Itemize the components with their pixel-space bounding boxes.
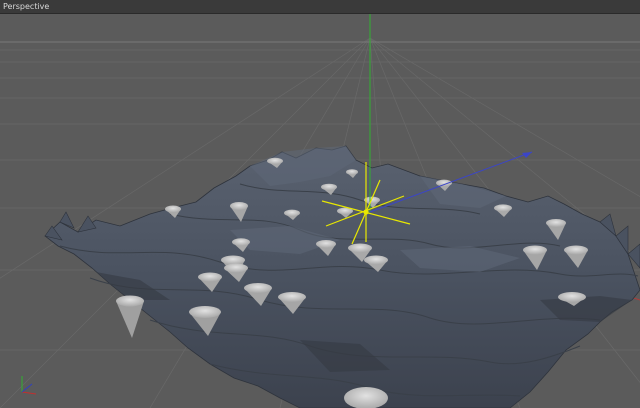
cone[interactable] [116, 295, 144, 339]
perspective-viewport[interactable]: Perspective [0, 0, 640, 408]
viewport-title[interactable]: Perspective [3, 1, 49, 12]
viewport-header: Perspective [0, 0, 640, 14]
cone-base-foreground[interactable] [344, 387, 388, 408]
axis-orientation-gizmo [21, 376, 37, 395]
scene-render[interactable] [0, 0, 640, 408]
landscape-mesh[interactable] [44, 145, 640, 408]
